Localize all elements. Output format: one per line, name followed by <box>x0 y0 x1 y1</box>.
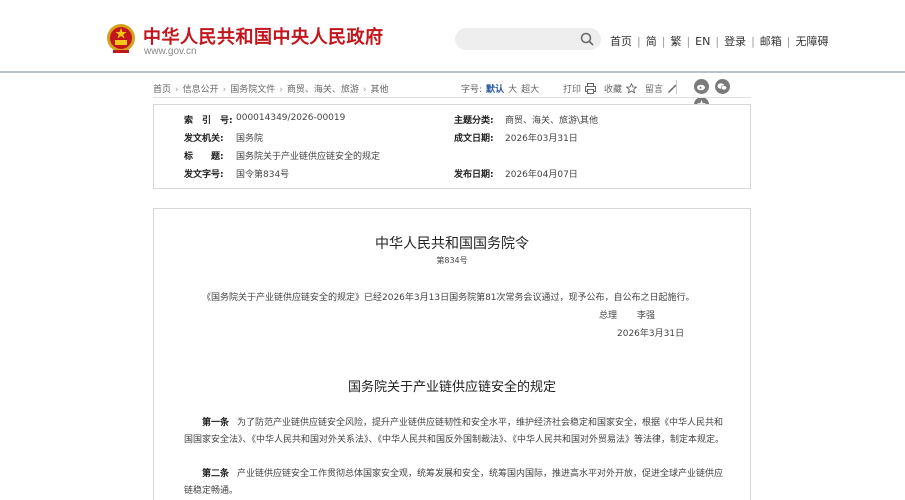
header-divider <box>0 71 905 73</box>
meta-row: 标 题: 国务院关于产业链供应链安全的规定 <box>154 149 750 167</box>
nav-separator: | <box>637 35 641 48</box>
meta-row: 发文字号: 国令第834号 发布日期: 2026年04月07日 <box>154 167 750 185</box>
order-number: 第834号 <box>436 256 468 265</box>
meta-pubdate-value: 2026年04月07日 <box>505 170 578 180</box>
document-metadata-table: 索 引 号: 000014349/2026-00019 主题分类: 商贸、海关、… <box>153 104 751 189</box>
nav-accessibility[interactable]: 无障碍 <box>796 35 829 48</box>
national-emblem-icon[interactable] <box>106 22 136 55</box>
toolbar-divider <box>676 80 677 94</box>
print-button[interactable]: 打印 <box>563 85 581 95</box>
regulation-title: 国务院关于产业链供应链安全的规定 <box>347 380 556 395</box>
meta-docno-label: 发文字号: <box>184 170 224 180</box>
favorite-button[interactable]: 收藏 <box>604 85 622 95</box>
premier-name: 李强 <box>637 311 656 321</box>
meta-issuer-value: 国务院 <box>236 134 264 144</box>
breadcrumb-home[interactable]: 首页 <box>153 85 171 95</box>
meta-docno-value: 国令第834号 <box>236 170 290 180</box>
font-size-default[interactable]: 默认 <box>486 85 504 95</box>
meta-title-value: 国务院关于产业链供应链安全的规定 <box>236 152 381 162</box>
order-title: 中华人民共和国国务院令 <box>375 236 529 252</box>
article-number: 第二条 <box>202 469 230 479</box>
top-nav: 首页 | 简 | 繁 | EN | 登录 | 邮箱 | 无障碍 <box>610 33 829 49</box>
nav-home[interactable]: 首页 <box>610 35 632 48</box>
font-size-switcher: 字号: 默认大超大 <box>461 82 539 95</box>
nav-separator: | <box>751 35 755 48</box>
star-icon[interactable] <box>626 83 638 94</box>
nav-login[interactable]: 登录 <box>724 35 746 48</box>
meta-category-value: 商贸、海关、旅游\其他 <box>505 116 599 126</box>
meta-date-value: 2026年03月31日 <box>505 134 578 144</box>
meta-row: 索 引 号: 000014349/2026-00019 主题分类: 商贸、海关、… <box>154 113 750 131</box>
signatory: 总理 李强 <box>599 308 655 321</box>
wechat-icon[interactable] <box>715 79 730 94</box>
nav-traditional[interactable]: 繁 <box>670 35 681 48</box>
meta-pubdate-label: 发布日期: <box>454 170 494 180</box>
comment-button[interactable]: 留言 <box>645 85 663 95</box>
nav-separator: | <box>715 35 720 48</box>
meta-title-label: 标 题: <box>184 152 224 162</box>
search-input[interactable] <box>455 28 601 50</box>
meta-issuer-label: 发文机关: <box>184 134 224 144</box>
article-paragraph: 第一条 为了防范产业链供应链安全风险，提升产业链供应链韧性和安全水平，维护经济社会… <box>184 415 724 449</box>
weibo-icon[interactable] <box>694 79 709 94</box>
nav-separator: | <box>686 35 691 48</box>
meta-index-value: 000014349/2026-00019 <box>236 113 346 123</box>
nav-english[interactable]: EN <box>695 35 710 48</box>
article-body: 中华人民共和国国务院令 第834号 《国务院关于产业链供应链安全的规定》已经20… <box>153 208 751 500</box>
breadcrumb-state-council-docs[interactable]: 国务院文件 <box>230 85 275 95</box>
preamble-text: 《国务院关于产业链供应链安全的规定》已经2026年3月13日国务院第81次常务会… <box>202 293 695 303</box>
premier-title: 总理 <box>599 311 618 321</box>
nav-separator: | <box>661 35 666 48</box>
nav-mail[interactable]: 邮箱 <box>760 35 782 48</box>
font-size-large[interactable]: 大 <box>508 85 517 95</box>
site-url: www.gov.cn <box>144 46 197 57</box>
breadcrumb-arrow-icon: › <box>279 85 283 95</box>
meta-category-label: 主题分类: <box>454 116 494 126</box>
breadcrumb-arrow-icon: › <box>222 85 227 95</box>
breadcrumb-trade-customs-tourism[interactable]: 商贸、海关、旅游 <box>287 85 359 95</box>
breadcrumb-divider <box>153 97 751 98</box>
meta-date-label: 成文日期: <box>454 134 494 144</box>
sign-date: 2026年3月31日 <box>617 329 685 339</box>
font-size-label: 字号: <box>461 85 483 95</box>
printer-icon[interactable] <box>585 83 597 94</box>
article-text: 为了防范产业链供应链安全风险，提升产业链供应链韧性和安全水平，维护经济社会稳定和… <box>184 418 725 445</box>
meta-row: 发文机关: 国务院 成文日期: 2026年03月31日 <box>154 131 750 149</box>
breadcrumb: 首页 › 信息公开 › 国务院文件 › 商贸、海关、旅游 › 其他 <box>153 82 389 95</box>
breadcrumb-arrow-icon: › <box>362 85 367 95</box>
breadcrumb-info-public[interactable]: 信息公开 <box>183 85 219 95</box>
breadcrumb-arrow-icon: › <box>175 85 179 95</box>
font-size-xlarge[interactable]: 超大 <box>521 85 539 95</box>
article-paragraph: 第二条 产业链供应链安全工作贯彻总体国家安全观，统筹发展和安全，统筹国内国际，推进… <box>184 466 724 500</box>
article-tools: 打印 收藏 留言 <box>563 82 686 95</box>
breadcrumb-other[interactable]: 其他 <box>371 85 389 95</box>
meta-index-label: 索 引 号: <box>184 116 233 126</box>
article-number: 第一条 <box>202 418 230 428</box>
nav-separator: | <box>786 35 791 48</box>
article-text: 产业链供应链安全工作贯彻总体国家安全观，统筹发展和安全，统筹国内国际，推进高水平… <box>184 469 724 496</box>
breadcrumb-bar: 首页 › 信息公开 › 国务院文件 › 商贸、海关、旅游 › 其他 字号: 默认大超大 打印 收藏留… <box>153 78 751 112</box>
search-icon[interactable] <box>580 32 594 46</box>
nav-simplified[interactable]: 简 <box>646 35 657 48</box>
site-header: 中华人民共和国中央人民政府 www.gov.cn 首页 | 简 | 繁 | EN | 登录 | 邮箱… <box>0 0 905 72</box>
